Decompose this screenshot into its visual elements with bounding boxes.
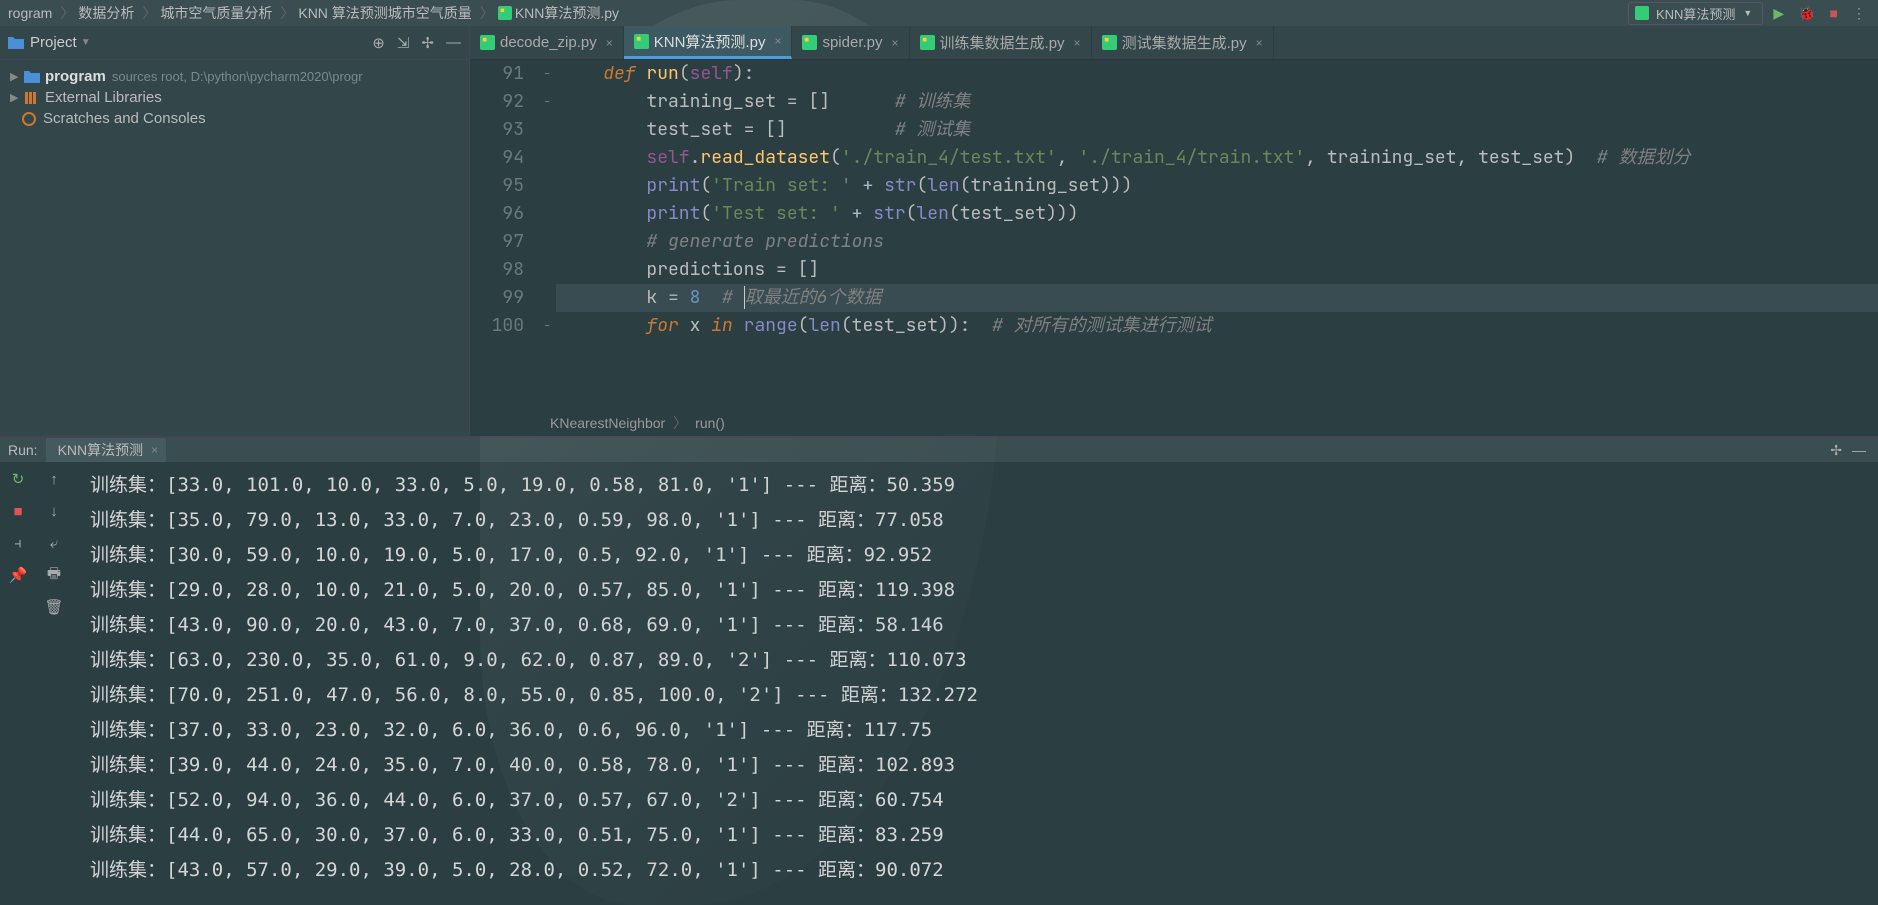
run-config-selector[interactable]: KNN算法预测 ▼ [1628,2,1763,25]
python-file-icon [498,6,512,20]
close-icon[interactable]: × [151,443,158,457]
close-icon[interactable]: × [1256,36,1263,50]
run-tab[interactable]: KNN算法预测 × [46,438,167,462]
run-panel-title: Run: [8,442,38,458]
layout-button[interactable]: ⫞ [7,532,29,554]
python-file-icon [1102,35,1117,50]
close-icon[interactable]: × [774,34,781,48]
tree-scratches[interactable]: Scratches and Consoles [0,108,469,129]
stop-button[interactable]: ■ [7,500,29,522]
chevron-down-icon: ▼ [1743,8,1752,18]
library-icon [24,91,40,105]
print-button[interactable]: 🖶 [43,564,65,586]
hide-icon[interactable]: — [446,34,461,52]
breadcrumb-item[interactable]: KNN 算法预测城市空气质量 [298,3,471,23]
expand-icon[interactable]: ⇲ [397,34,410,52]
structure-breadcrumb[interactable]: KNearestNeighbor 〉 run() [470,410,1878,436]
debug-button[interactable]: 🐞 [1798,5,1815,22]
tree-root[interactable]: ▶ program sources root, D:\python\pychar… [0,66,469,87]
python-file-icon [920,35,935,50]
editor-tab[interactable]: spider.py× [792,26,909,59]
gear-icon[interactable]: ✢ [1830,442,1848,459]
close-icon[interactable]: × [892,36,899,50]
folder-icon [24,70,40,84]
soft-wrap-button[interactable]: ⤶ [43,532,65,554]
close-icon[interactable]: × [1074,36,1081,50]
breadcrumb-item[interactable]: 数据分析 [78,3,134,23]
scroll-down-button[interactable]: ↓ [43,500,65,522]
python-file-icon [634,34,649,49]
python-icon [1635,6,1649,20]
chevron-down-icon[interactable]: ▼ [81,37,91,48]
console-output[interactable]: 训练集：[33.0, 101.0, 10.0, 33.0, 5.0, 19.0,… [72,462,1878,888]
tree-external-libraries[interactable]: ▶ External Libraries [0,87,469,108]
python-file-icon [480,35,495,50]
breadcrumb: rogram〉 数据分析〉 城市空气质量分析〉 KNN 算法预测城市空气质量〉 … [0,0,1878,26]
stop-button[interactable]: ■ [1830,5,1838,21]
breadcrumb-item[interactable]: rogram [8,5,52,21]
chevron-right-icon: ▶ [10,70,24,83]
gear-icon[interactable]: ✢ [421,34,434,52]
hide-icon[interactable]: — [1848,442,1870,458]
rerun-button[interactable]: ↻ [7,468,29,490]
editor-tabs: decode_zip.py×KNN算法预测.py×spider.py×训练集数据… [470,26,1878,60]
scratches-icon [22,112,38,126]
more-button[interactable]: ⋮ [1852,5,1866,22]
run-button[interactable]: ▶ [1773,5,1784,22]
locate-icon[interactable]: ⊕ [372,34,385,52]
editor-tab[interactable]: KNN算法预测.py× [624,26,793,59]
code-editor[interactable]: 919293949596979899100 --- def run(self):… [470,60,1878,410]
breadcrumb-item[interactable]: 城市空气质量分析 [160,3,272,23]
breadcrumb-item[interactable]: KNN算法预测.py [515,3,619,23]
pin-button[interactable]: 📌 [7,564,29,586]
chevron-right-icon: ▶ [10,91,24,104]
close-icon[interactable]: × [606,36,613,50]
clear-button[interactable]: 🗑 [43,596,65,618]
python-file-icon [802,35,817,50]
editor-tab[interactable]: 训练集数据生成.py× [910,26,1092,59]
project-sidebar: Project ▼ ⊕ ⇲ ✢ — ▶ program sources root… [0,26,470,436]
folder-icon [8,36,24,49]
project-view-title[interactable]: Project [30,34,77,51]
editor-tab[interactable]: decode_zip.py× [470,26,624,59]
scroll-up-button[interactable]: ↑ [43,468,65,490]
editor-tab[interactable]: 测试集数据生成.py× [1092,26,1274,59]
